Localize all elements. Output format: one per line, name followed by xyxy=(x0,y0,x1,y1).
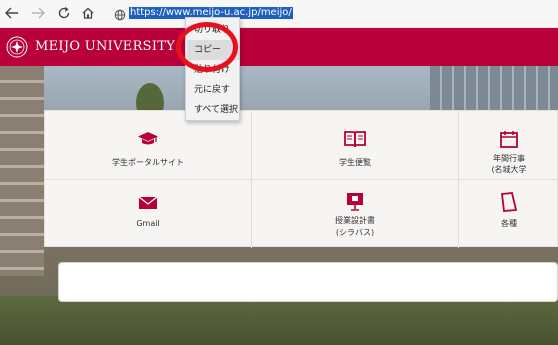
document-icon xyxy=(500,192,518,212)
address-bar[interactable]: https://www.meijo-u.ac.jp/meijo/ xyxy=(112,4,558,22)
tile-label: 学生ポータルサイト xyxy=(112,158,184,167)
tile-student-handbook[interactable]: 学生便覧 xyxy=(252,111,459,180)
tile-label-line1: 授業設計書 xyxy=(335,216,375,225)
envelope-icon xyxy=(138,196,158,209)
tile-label-line2: (シラバス) xyxy=(335,228,375,237)
tile-label: Gmail xyxy=(136,219,160,228)
trees xyxy=(0,296,558,345)
monitor-icon xyxy=(347,193,363,211)
back-arrow-icon[interactable] xyxy=(2,4,22,22)
refresh-icon[interactable] xyxy=(54,4,74,22)
menu-item-undo[interactable]: 元に戻す xyxy=(187,80,239,100)
site-header: MEIJO UNIVERSITY xyxy=(0,28,558,66)
services-panel: 学生ポータルサイト 学生便覧 年間行事 (名城大学 Gmail 授業設計書 (シ… xyxy=(44,110,558,248)
tile-annual-events[interactable]: 年間行事 (名城大学 xyxy=(459,111,558,180)
site-title[interactable]: MEIJO UNIVERSITY xyxy=(35,39,175,54)
globe-icon xyxy=(114,6,126,25)
calendar-icon xyxy=(500,131,518,148)
tile-student-portal[interactable]: 学生ポータルサイト xyxy=(45,111,252,180)
tile-label-line2: (名城大学 xyxy=(491,165,527,174)
tile-syllabus[interactable]: 授業設計書 (シラバス) xyxy=(252,180,459,248)
graduation-cap-icon xyxy=(138,132,158,145)
tile-label: 各種 xyxy=(501,219,517,228)
open-book-icon xyxy=(344,131,366,148)
building-left xyxy=(0,66,44,276)
browser-toolbar: https://www.meijo-u.ac.jp/meijo/ xyxy=(0,0,558,28)
forward-arrow-icon[interactable] xyxy=(28,4,48,22)
tile-gmail[interactable]: Gmail xyxy=(45,180,252,248)
home-icon[interactable] xyxy=(78,4,98,22)
highlight-ring xyxy=(176,22,238,72)
tile-various[interactable]: 各種 xyxy=(459,180,558,248)
university-seal-icon[interactable] xyxy=(6,36,28,58)
menu-item-select-all[interactable]: すべて選択 xyxy=(187,100,239,120)
search-box[interactable] xyxy=(58,262,558,302)
tile-label: 学生便覧 xyxy=(339,158,371,167)
